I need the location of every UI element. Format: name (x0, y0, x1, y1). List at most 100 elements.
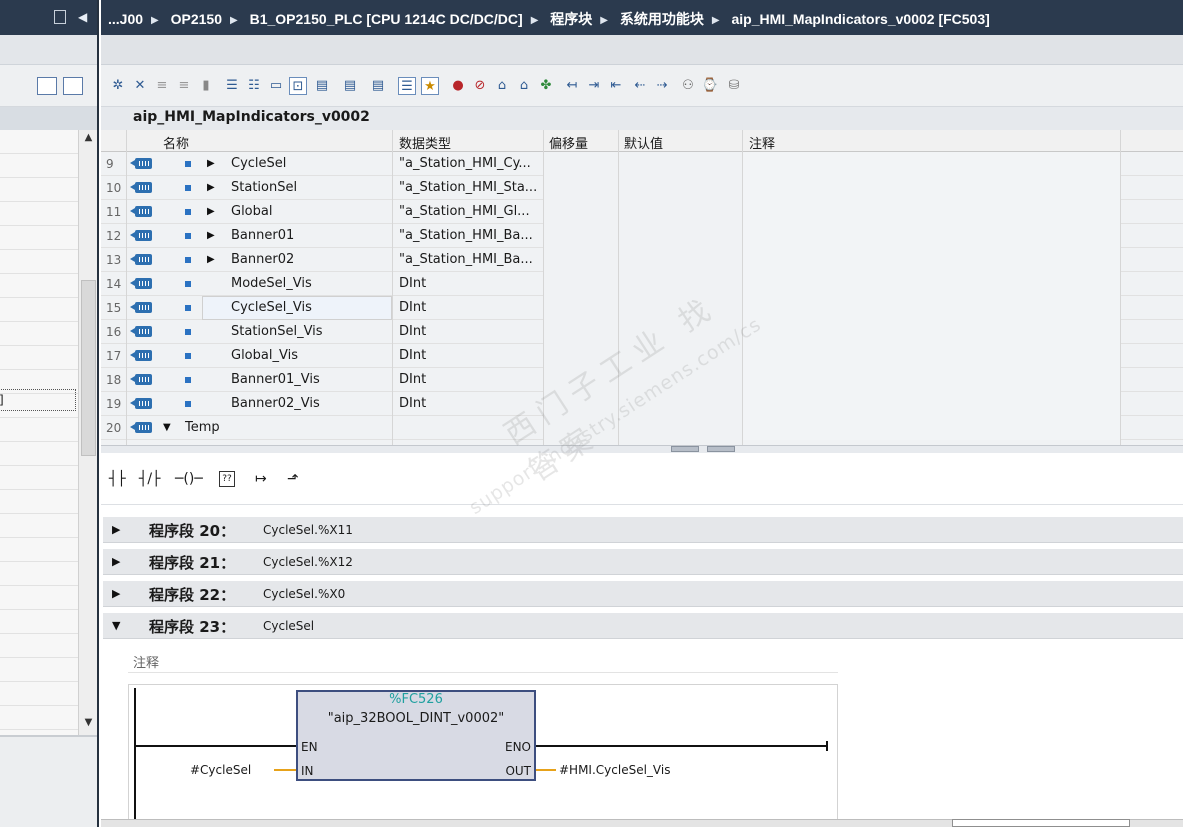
expand-all-icon[interactable]: ☰ (223, 77, 241, 95)
splitter-up-handle[interactable] (671, 446, 699, 452)
column-name-header[interactable]: 名称 (163, 133, 189, 152)
empty-box-icon[interactable]: ?? (219, 471, 235, 487)
interface-row[interactable]: 11 ▶ Global "a_Station_HMI_Gl... (101, 200, 1183, 224)
offset-cell[interactable] (544, 176, 619, 200)
param-name[interactable]: StationSel_Vis (231, 324, 323, 339)
export-icon[interactable] (63, 77, 83, 95)
network-comment[interactable]: CycleSel.%X11 (263, 523, 353, 537)
collapse-all-icon[interactable]: ☷ (245, 77, 263, 95)
panel-layout-icon[interactable] (54, 10, 66, 24)
scroll-thumb[interactable] (81, 280, 96, 456)
comment-cell[interactable] (743, 368, 1121, 392)
in-operand[interactable]: #CycleSel (190, 763, 251, 777)
column-comment-header[interactable]: 注释 (749, 133, 775, 152)
breakpoint-icon[interactable]: ● (449, 77, 467, 95)
default-value-cell[interactable] (619, 368, 743, 392)
param-datatype[interactable]: "a_Station_HMI_Cy... (399, 156, 531, 171)
add-row-icon[interactable]: ≡ (175, 77, 193, 95)
clear-breakpoint-icon[interactable]: ⊘ (471, 77, 489, 95)
param-datatype[interactable]: DInt (399, 348, 426, 363)
param-name[interactable]: StationSel (231, 180, 297, 195)
param-datatype[interactable]: DInt (399, 372, 426, 387)
default-value-cell[interactable] (619, 296, 743, 320)
interface-row[interactable]: 12 ▶ Banner01 "a_Station_HMI_Ba... (101, 224, 1183, 248)
column-offset-header[interactable]: 偏移量 (549, 133, 588, 152)
default-value-cell[interactable] (619, 248, 743, 272)
offset-cell[interactable] (544, 272, 619, 296)
offset-cell[interactable] (544, 320, 619, 344)
default-value-cell[interactable] (619, 392, 743, 416)
breadcrumb-item[interactable]: 程序块 (550, 11, 592, 27)
comment-cell[interactable] (743, 152, 1121, 176)
comment-cell[interactable] (743, 272, 1121, 296)
param-name[interactable]: ModeSel_Vis (231, 276, 312, 291)
default-value-cell[interactable] (619, 200, 743, 224)
param-name[interactable]: Global_Vis (231, 348, 298, 363)
symbol-info-icon[interactable]: ▤ (369, 77, 387, 95)
expand-icon[interactable]: ▶ (207, 206, 215, 217)
collapse-icon[interactable]: ▼ (163, 422, 171, 433)
param-name[interactable]: CycleSel_Vis (231, 300, 312, 315)
interface-splitter[interactable] (101, 445, 1183, 453)
comment-cell[interactable] (743, 224, 1121, 248)
delete-network-icon[interactable]: ✕ (131, 77, 149, 95)
list-view-icon[interactable]: ☰ (398, 77, 416, 95)
out-operand[interactable]: #HMI.CycleSel_Vis (559, 763, 670, 777)
outdent-icon[interactable]: ⇤ (607, 77, 625, 95)
breadcrumb-item[interactable]: 系统用功能块 (620, 11, 704, 27)
collapse-icon[interactable]: ▼ (112, 619, 120, 632)
offset-cell[interactable] (544, 200, 619, 224)
param-datatype[interactable]: DInt (399, 324, 426, 339)
offset-cell[interactable] (544, 392, 619, 416)
interface-row[interactable]: 15 CycleSel_Vis DInt (101, 296, 1183, 320)
interface-row[interactable]: 13 ▶ Banner02 "a_Station_HMI_Ba... (101, 248, 1183, 272)
interface-row[interactable]: 20 ▼ Temp (101, 416, 1183, 440)
network-header[interactable]: ▼ 程序段 23： CycleSel (103, 613, 1183, 639)
interface-row[interactable]: 19 Banner02_Vis DInt (101, 392, 1183, 416)
network-comment[interactable]: CycleSel (263, 619, 314, 633)
param-name[interactable]: CycleSel (231, 156, 286, 171)
next-error-icon[interactable]: ⇢ (653, 77, 671, 95)
interface-row[interactable]: 17 Global_Vis DInt (101, 344, 1183, 368)
comment-cell[interactable] (743, 248, 1121, 272)
comment-cell[interactable] (743, 200, 1121, 224)
default-value-cell[interactable] (619, 416, 743, 440)
insert-row-icon[interactable]: ≡ (153, 77, 171, 95)
interface-row[interactable]: 18 Banner01_Vis DInt (101, 368, 1183, 392)
breadcrumb-item[interactable]: ...J00 (108, 11, 143, 27)
param-datatype[interactable]: DInt (399, 300, 426, 315)
fc-name[interactable]: "aip_32BOOL_DINT_v0002" (298, 711, 534, 726)
breadcrumb-item[interactable]: aip_HMI_MapIndicators_v0002 [FC503] (731, 11, 989, 27)
call-hierarchy-icon[interactable]: ⌂ (493, 77, 511, 95)
splitter-down-handle[interactable] (707, 446, 735, 452)
default-value-cell[interactable] (619, 176, 743, 200)
interface-row[interactable]: 9 ▶ CycleSel "a_Station_HMI_Cy... (101, 152, 1183, 176)
go-to-icon[interactable]: ↤ (563, 77, 581, 95)
comment-cell[interactable] (743, 344, 1121, 368)
normally-open-contact-icon[interactable]: ┤├ (109, 471, 126, 489)
assign-icon[interactable]: ✤ (537, 77, 555, 95)
param-name[interactable]: Temp (185, 420, 220, 435)
param-datatype[interactable]: "a_Station_HMI_Sta... (399, 180, 537, 195)
comment-cell[interactable] (743, 392, 1121, 416)
comment-cell[interactable] (743, 296, 1121, 320)
interface-row[interactable]: 10 ▶ StationSel "a_Station_HMI_Sta... (101, 176, 1183, 200)
param-name[interactable]: Global (231, 204, 272, 219)
function-block-call[interactable]: %FC526 "aip_32BOOL_DINT_v0002" EN ENO IN… (296, 690, 536, 781)
modify-icon[interactable]: ⌚ (701, 77, 719, 95)
previous-error-icon[interactable]: ⇠ (631, 77, 649, 95)
default-value-cell[interactable] (619, 152, 743, 176)
indent-icon[interactable]: ⇥ (585, 77, 603, 95)
collapse-left-icon[interactable]: ◀ (78, 10, 87, 24)
offset-cell[interactable] (544, 224, 619, 248)
default-value-cell[interactable] (619, 344, 743, 368)
comments-toggle-icon[interactable]: ⊡ (289, 77, 307, 95)
param-datatype[interactable]: DInt (399, 396, 426, 411)
param-name[interactable]: Banner01 (231, 228, 294, 243)
comment-cell[interactable] (743, 416, 1121, 440)
offset-cell[interactable] (544, 416, 619, 440)
operand-display-icon[interactable]: ▤ (341, 77, 359, 95)
offset-cell[interactable] (544, 344, 619, 368)
offset-cell[interactable] (544, 296, 619, 320)
interface-row[interactable]: 16 StationSel_Vis DInt (101, 320, 1183, 344)
